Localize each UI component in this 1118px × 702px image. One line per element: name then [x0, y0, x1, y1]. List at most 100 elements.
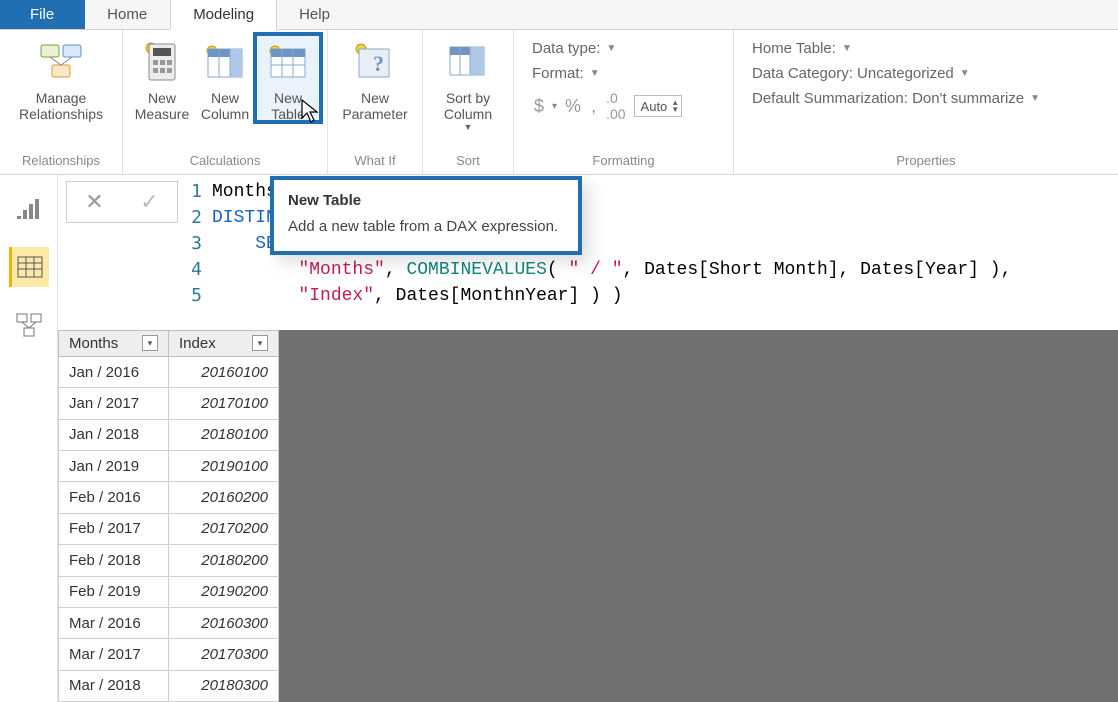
cell-index[interactable]: 20170100 — [169, 388, 279, 419]
data-category-dropdown[interactable]: Data Category: Uncategorized ▼ — [752, 65, 1040, 82]
decimal-places-stepper[interactable]: Auto ▲▼ — [634, 95, 683, 117]
summarization-dropdown[interactable]: Default Summarization: Don't summarize ▼ — [752, 90, 1040, 107]
table-row[interactable]: Feb / 201920190200 — [59, 576, 279, 607]
chevron-down-icon: ▼ — [606, 43, 616, 54]
cell-index[interactable]: 20190100 — [169, 451, 279, 482]
table-row[interactable]: Mar / 201820180300 — [59, 670, 279, 701]
group-whatif-label: What If — [334, 149, 416, 174]
cell-index[interactable]: 20180300 — [169, 670, 279, 701]
group-whatif: ? New Parameter What If — [328, 30, 423, 174]
data-table[interactable]: Months ▾ Index ▾ Jan / 201620160100Jan /… — [58, 330, 279, 702]
home-table-dropdown[interactable]: Home Table: ▼ — [752, 40, 1040, 57]
table-row[interactable]: Jan / 201820180100 — [59, 419, 279, 450]
data-view-button[interactable] — [9, 247, 49, 287]
chevron-down-icon: ▼ — [1030, 93, 1040, 104]
filter-icon[interactable]: ▾ — [252, 335, 268, 351]
new-parameter-label: New Parameter — [342, 90, 407, 122]
table-row[interactable]: Mar / 201720170300 — [59, 639, 279, 670]
svg-text:?: ? — [373, 51, 384, 76]
view-rail — [0, 175, 58, 702]
decimal-button[interactable]: .0.00 — [604, 90, 627, 122]
report-view-button[interactable] — [9, 189, 49, 229]
commit-formula-button[interactable]: ✓ — [140, 189, 158, 215]
table-row[interactable]: Jan / 201620160100 — [59, 357, 279, 388]
cell-index[interactable]: 20170300 — [169, 639, 279, 670]
data-grid-area: Months ▾ Index ▾ Jan / 201620160100Jan /… — [58, 330, 1118, 702]
group-calculations: New Measure New Column — [123, 30, 328, 174]
relationships-icon — [37, 38, 85, 86]
cell-months[interactable]: Jan / 2019 — [59, 451, 169, 482]
cell-months[interactable]: Jan / 2018 — [59, 419, 169, 450]
menu-modeling[interactable]: Modeling — [170, 0, 277, 30]
decimal-places-value: Auto — [641, 99, 668, 114]
cell-months[interactable]: Jan / 2016 — [59, 357, 169, 388]
comma-button[interactable]: , — [589, 96, 598, 117]
cell-index[interactable]: 20170200 — [169, 513, 279, 544]
filter-icon[interactable]: ▾ — [142, 335, 158, 351]
cell-months[interactable]: Feb / 2019 — [59, 576, 169, 607]
chevron-down-icon: ▼ — [464, 122, 473, 132]
cell-index[interactable]: 20180100 — [169, 419, 279, 450]
table-row[interactable]: Feb / 201820180200 — [59, 545, 279, 576]
table-row[interactable]: Jan / 201720170100 — [59, 388, 279, 419]
cell-months[interactable]: Feb / 2018 — [59, 545, 169, 576]
new-table-tooltip: New Table Add a new table from a DAX exp… — [270, 176, 582, 255]
data-category-label: Data Category: Uncategorized — [752, 65, 954, 82]
column-header-index[interactable]: Index ▾ — [169, 331, 279, 357]
table-row[interactable]: Feb / 201620160200 — [59, 482, 279, 513]
cancel-formula-button[interactable]: ✕ — [85, 189, 103, 215]
cell-index[interactable]: 20160100 — [169, 357, 279, 388]
new-table-label: New Table — [271, 90, 304, 122]
new-table-icon — [264, 38, 312, 86]
new-table-button[interactable]: New Table — [255, 34, 321, 122]
home-table-label: Home Table: — [752, 40, 836, 57]
sort-by-column-button[interactable]: Sort by Column ▼ — [429, 34, 507, 132]
formula-controls: ✕ ✓ — [66, 181, 178, 223]
chevron-down-icon: ▼ — [590, 68, 600, 79]
group-relationships: Manage Relationships Relationships — [0, 30, 123, 174]
tooltip-title: New Table — [288, 192, 564, 209]
datatype-dropdown[interactable]: Data type: ▼ — [532, 40, 682, 57]
chevron-down-icon: ▼ — [842, 43, 852, 54]
table-row[interactable]: Mar / 201620160300 — [59, 607, 279, 638]
cell-months[interactable]: Mar / 2017 — [59, 639, 169, 670]
sort-icon — [444, 38, 492, 86]
group-formatting: Data type: ▼ Format: ▼ $▾ % , .0.00 Auto… — [514, 30, 734, 174]
cell-index[interactable]: 20160300 — [169, 607, 279, 638]
manage-relationships-button[interactable]: Manage Relationships — [6, 34, 116, 122]
group-relationships-label: Relationships — [6, 149, 116, 174]
menu-help[interactable]: Help — [277, 0, 353, 29]
menu-home[interactable]: Home — [85, 0, 170, 29]
sort-by-column-label: Sort by Column — [444, 90, 492, 122]
cell-months[interactable]: Feb / 2017 — [59, 513, 169, 544]
group-properties: Home Table: ▼ Data Category: Uncategoriz… — [734, 30, 1118, 174]
new-parameter-button[interactable]: ? New Parameter — [334, 34, 416, 122]
table-row[interactable]: Jan / 201920190100 — [59, 451, 279, 482]
cell-months[interactable]: Feb / 2016 — [59, 482, 169, 513]
model-view-button[interactable] — [9, 305, 49, 345]
calculator-icon — [138, 38, 186, 86]
cell-months[interactable]: Jan / 2017 — [59, 388, 169, 419]
summarization-label: Default Summarization: Don't summarize — [752, 90, 1024, 107]
currency-button[interactable]: $ — [532, 96, 546, 117]
percent-button[interactable]: % — [563, 96, 583, 117]
table-row[interactable]: Feb / 201720170200 — [59, 513, 279, 544]
new-measure-button[interactable]: New Measure — [129, 34, 195, 122]
format-dropdown[interactable]: Format: ▼ — [532, 65, 682, 82]
group-properties-label: Properties — [740, 149, 1112, 174]
cell-index[interactable]: 20190200 — [169, 576, 279, 607]
group-sort-label: Sort — [429, 149, 507, 174]
cell-months[interactable]: Mar / 2016 — [59, 607, 169, 638]
menu-file[interactable]: File — [0, 0, 85, 29]
new-column-button[interactable]: New Column — [195, 34, 255, 122]
group-sort: Sort by Column ▼ Sort — [423, 30, 514, 174]
cell-months[interactable]: Mar / 2018 — [59, 670, 169, 701]
menubar: File Home Modeling Help — [0, 0, 1118, 30]
datatype-label: Data type: — [532, 40, 600, 57]
column-header-months[interactable]: Months ▾ — [59, 331, 169, 357]
cell-index[interactable]: 20160200 — [169, 482, 279, 513]
new-column-icon — [201, 38, 249, 86]
cell-index[interactable]: 20180200 — [169, 545, 279, 576]
group-formatting-label: Formatting — [520, 149, 727, 174]
chevron-down-icon: ▼ — [960, 68, 970, 79]
